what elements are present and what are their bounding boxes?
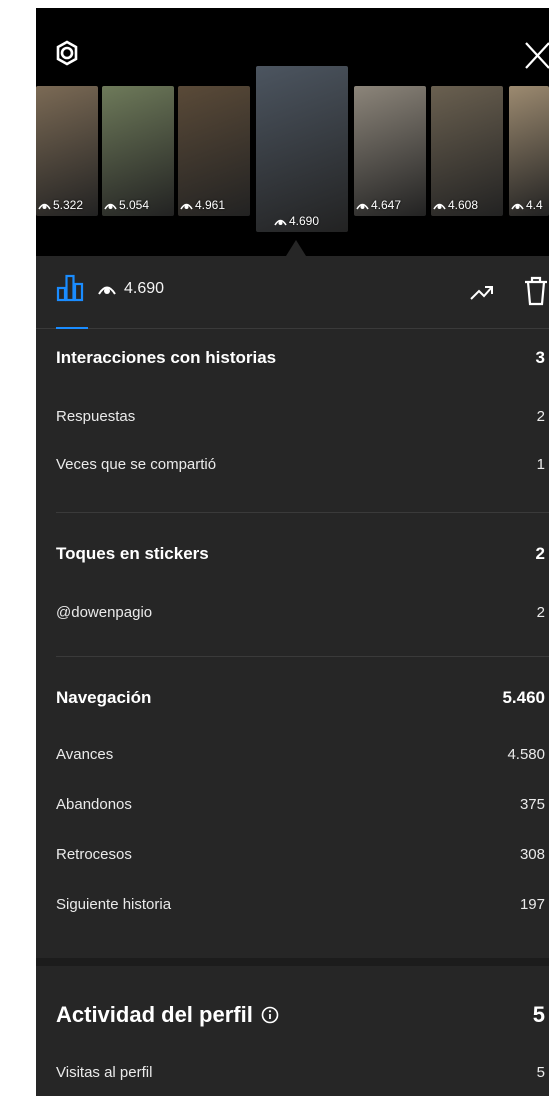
thumbnail-image <box>509 86 549 216</box>
section-separator <box>36 958 549 966</box>
bar-chart-icon[interactable] <box>56 274 84 302</box>
section-total: 5 <box>532 1002 545 1027</box>
views-summary: 4.690 <box>98 280 164 298</box>
metric-value: 308 <box>519 846 545 863</box>
thumbnail-views: 4.647 <box>371 198 402 212</box>
eye-icon <box>98 286 116 295</box>
active-tab-indicator <box>56 327 88 329</box>
eye-icon <box>433 203 446 209</box>
thumbnail-image <box>431 86 503 216</box>
story-thumbnail[interactable]: 5.322 <box>36 86 98 216</box>
metric-row: Avances 4.580 <box>56 746 549 763</box>
story-thumbnail[interactable]: 4.961 <box>178 86 250 216</box>
section-total: 2 <box>535 544 545 563</box>
section-total: 3 <box>535 348 545 367</box>
story-thumbnail[interactable]: 4.608 <box>431 86 503 216</box>
story-thumbnails: 5.322 5.054 4.961 4.690 4.647 4.608 4.4 <box>36 8 549 256</box>
trash-icon[interactable] <box>524 276 548 306</box>
section-header-navegacion: Navegación 5.460 <box>56 688 549 708</box>
metric-label: Visitas al perfil <box>56 1064 153 1081</box>
metric-label: Avances <box>56 746 114 763</box>
metric-row: Abandonos 375 <box>56 796 549 813</box>
metric-label: Siguiente historia <box>56 896 172 913</box>
metric-value: 1 <box>536 456 545 473</box>
section-header-interacciones: Interacciones con historias 3 <box>56 348 549 368</box>
metric-row: Respuestas 2 <box>56 408 549 425</box>
thumbnail-views: 4.961 <box>195 198 226 212</box>
metric-value: 2 <box>536 604 545 621</box>
eye-icon <box>511 203 524 209</box>
story-thumbnail-selected[interactable]: 4.690 <box>256 66 348 232</box>
section-total: 5.460 <box>502 688 545 707</box>
section-divider <box>56 512 549 513</box>
section-title: Toques en stickers <box>56 544 209 563</box>
eye-icon <box>180 203 193 209</box>
thumbnail-views: 4.690 <box>289 214 320 228</box>
section-title: Interacciones con historias <box>56 348 277 367</box>
thumbnail-views: 5.322 <box>53 198 84 212</box>
metric-row: @dowenpagio 2 <box>56 604 549 621</box>
metric-row: Siguiente historia 197 <box>56 896 549 913</box>
info-icon[interactable] <box>261 1006 279 1024</box>
section-header-stickers: Toques en stickers 2 <box>56 544 549 564</box>
metric-value: 375 <box>519 796 545 813</box>
thumbnail-image <box>178 86 250 216</box>
section-title: Actividad del perfil <box>56 1002 253 1027</box>
story-header: 5.322 5.054 4.961 4.690 4.647 4.608 4.4 <box>36 8 549 256</box>
eye-icon <box>274 219 287 225</box>
metric-row: Visitas al perfil 5 <box>56 1064 549 1081</box>
story-thumbnail[interactable]: 4.4 <box>509 86 549 216</box>
section-title: Navegación <box>56 688 152 707</box>
section-header-actividad: Actividad del perfil 5 <box>56 1002 549 1028</box>
eye-icon <box>356 203 369 209</box>
story-thumbnail[interactable]: 5.054 <box>102 86 174 216</box>
thumbnail-image <box>354 86 426 216</box>
eye-icon <box>104 203 117 209</box>
section-divider <box>56 656 549 657</box>
metric-value: 4.580 <box>507 746 545 763</box>
metric-label: Veces que se compartió <box>56 456 217 473</box>
selected-pointer <box>286 240 306 256</box>
metric-row: Retrocesos 308 <box>56 846 549 863</box>
views-count: 4.690 <box>124 280 165 297</box>
metric-label: Abandonos <box>56 796 132 813</box>
thumbnail-image <box>102 86 174 216</box>
eye-icon <box>38 203 51 209</box>
metric-value: 197 <box>519 896 545 913</box>
metric-label: Retrocesos <box>56 846 132 863</box>
story-thumbnail[interactable]: 4.647 <box>354 86 426 216</box>
metric-value: 2 <box>536 408 545 425</box>
trending-icon[interactable] <box>469 279 495 305</box>
metric-label: Respuestas <box>56 408 136 425</box>
metric-row: Veces que se compartió 1 <box>56 456 549 473</box>
story-insights-screen: 5.322 5.054 4.961 4.690 4.647 4.608 4.4 … <box>36 8 549 1096</box>
thumbnail-views: 5.054 <box>119 198 150 212</box>
metric-label: @dowenpagio <box>56 604 153 621</box>
metric-value: 5 <box>536 1064 545 1081</box>
thumbnail-views: 4.4 <box>526 198 543 212</box>
thumbnail-views: 4.608 <box>448 198 479 212</box>
thumbnail-image <box>256 66 348 232</box>
thumbnail-image <box>36 86 98 216</box>
